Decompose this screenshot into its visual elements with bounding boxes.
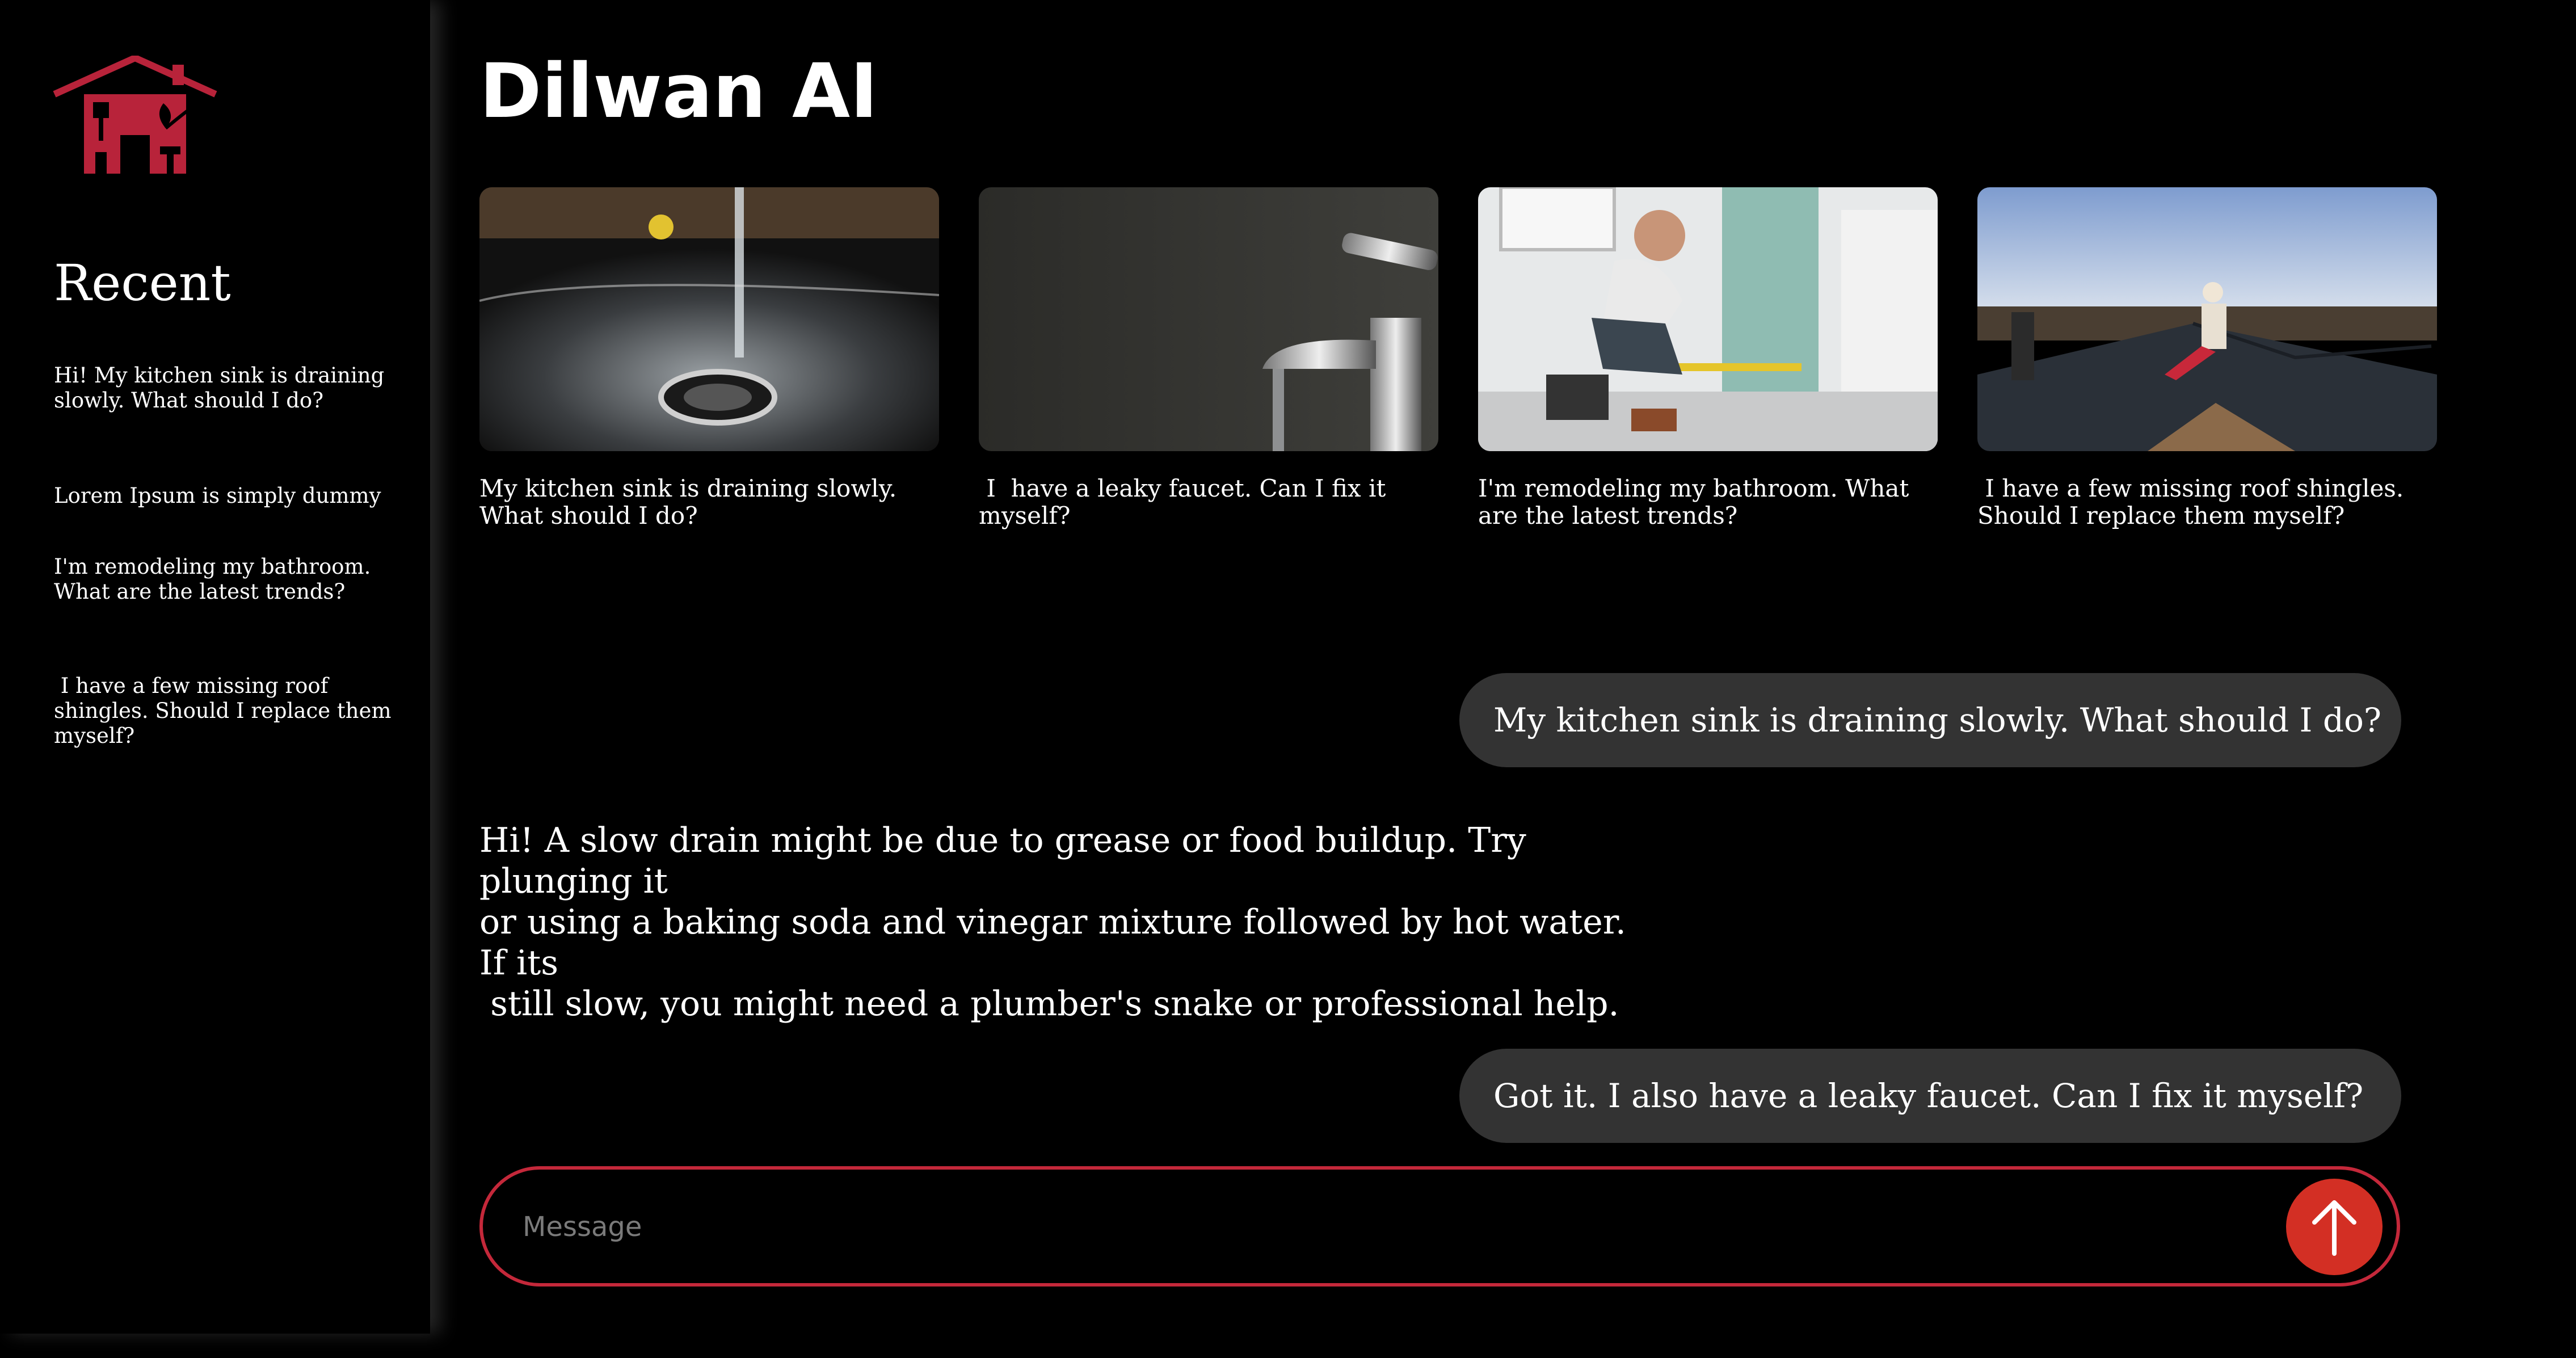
- user-message-bubble: Got it. I also have a leaky faucet. Can …: [1459, 1049, 2401, 1143]
- assistant-message: Hi! A slow drain might be due to grease …: [479, 821, 1626, 1024]
- recent-heading: Recent: [54, 254, 231, 312]
- suggestion-caption: I have a leaky faucet. Can I fix it myse…: [979, 474, 1386, 529]
- sidebar: Recent Hi! My kitchen sink is draining s…: [0, 0, 430, 1334]
- suggestion-card-leaky-faucet[interactable]: I have a leaky faucet. Can I fix it myse…: [979, 187, 1438, 529]
- recent-item-roof-shingles[interactable]: I have a few missing roof shingles. Shou…: [54, 674, 394, 749]
- message-input[interactable]: [521, 1192, 2169, 1262]
- suggestion-caption: I'm remodeling my bathroom. What are the…: [1478, 474, 1909, 529]
- house-tools-logo-icon[interactable]: [52, 56, 218, 176]
- kitchen-sink-draining-image: [479, 187, 939, 451]
- user-message-bubble: My kitchen sink is draining slowly. What…: [1459, 673, 2401, 767]
- suggestion-card-kitchen-sink[interactable]: My kitchen sink is draining slowly. What…: [479, 187, 939, 529]
- send-button[interactable]: [2286, 1179, 2383, 1275]
- suggestion-caption: My kitchen sink is draining slowly. What…: [479, 474, 897, 529]
- suggestion-card-roof-shingles[interactable]: I have a few missing roof shingles. Shou…: [1977, 187, 2437, 529]
- app-title: Dilwan AI: [479, 48, 878, 135]
- recent-item-lorem-ipsum[interactable]: Lorem Ipsum is simply dummy: [54, 484, 394, 508]
- recent-item-kitchen-sink[interactable]: Hi! My kitchen sink is draining slowly. …: [54, 363, 394, 413]
- recent-item-bathroom[interactable]: I'm remodeling my bathroom. What are the…: [54, 554, 394, 604]
- suggestion-card-bathroom[interactable]: I'm remodeling my bathroom. What are the…: [1478, 187, 1938, 529]
- arrow-up-icon: [2312, 1200, 2356, 1256]
- suggestion-caption: I have a few missing roof shingles. Shou…: [1977, 474, 2404, 529]
- message-composer: [479, 1166, 2400, 1286]
- bathroom-remodel-worker-image: [1478, 187, 1938, 451]
- leaky-faucet-image: [979, 187, 1438, 451]
- roof-shingles-worker-image: [1977, 187, 2437, 451]
